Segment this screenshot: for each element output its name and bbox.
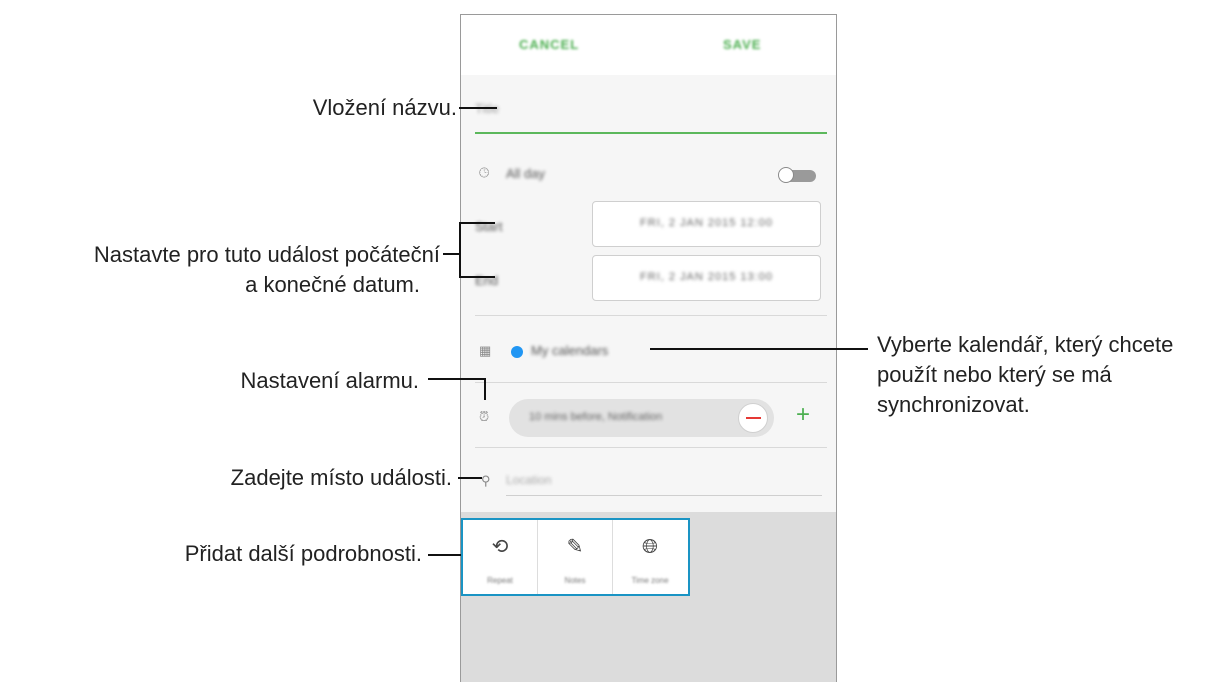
annotation-details: Přidat další podrobnosti. (184, 541, 422, 566)
time-zone-label: Time zone (631, 576, 669, 585)
repeat-label: Repeat (487, 576, 513, 585)
start-date-field[interactable]: FRI, 2 JAN 2015 12:00 (592, 201, 821, 247)
end-date-value: FRI, 2 JAN 2015 13:00 (640, 271, 773, 283)
cancel-button[interactable]: CANCEL (519, 37, 579, 52)
location-underline (506, 495, 822, 496)
notes-button[interactable]: ✎ Notes (538, 520, 612, 594)
leader-line (458, 477, 482, 479)
remove-alarm-button[interactable] (738, 403, 768, 433)
calendar-icon: ▦ (479, 343, 492, 358)
annotation-dates-line1: Nastavte pro tuto událost počáteční (93, 242, 440, 267)
time-zone-button[interactable]: 🌐︎ Time zone (613, 520, 687, 594)
leader-line (443, 253, 459, 255)
clock-icon: 🕒︎ (479, 165, 490, 180)
divider (475, 447, 827, 448)
alarm-reminder-field[interactable]: 10 mins before, Notification (509, 399, 774, 437)
calendar-select[interactable]: My calendars (531, 343, 608, 358)
end-date-field[interactable]: FRI, 2 JAN 2015 13:00 (592, 255, 821, 301)
all-day-toggle[interactable] (778, 167, 818, 183)
leader-line (459, 222, 495, 224)
leader-line (428, 554, 461, 556)
leader-line (459, 107, 497, 109)
annotation-calendar-line1: Vyberte kalendář, který chcete (877, 332, 1174, 357)
annotation-calendar-line3: synchronizovat. (877, 392, 1030, 417)
event-form: Title 🕒︎ All day Start FRI, 2 JAN 2015 1… (461, 75, 836, 512)
annotation-dates-line2: a konečné datum. (245, 272, 420, 297)
repeat-icon: ⟲ (491, 536, 509, 558)
divider (475, 315, 827, 316)
annotation-alarm: Nastavení alarmu. (240, 368, 419, 393)
all-day-label: All day (506, 166, 546, 181)
calendar-color-dot (511, 346, 523, 358)
location-input[interactable]: Location (506, 473, 551, 487)
title-underline (475, 132, 827, 134)
leader-line (459, 276, 495, 278)
notes-icon: ✎ (566, 536, 584, 558)
more-details-options: ⟲ Repeat ✎ Notes 🌐︎ Time zone (461, 518, 690, 596)
location-pin-icon: ⚲ (481, 473, 491, 488)
time-zone-icon: 🌐︎ (642, 536, 658, 558)
notes-label: Notes (564, 576, 586, 585)
repeat-button[interactable]: ⟲ Repeat (463, 520, 537, 594)
top-bar: CANCEL SAVE (461, 15, 836, 76)
toggle-knob (778, 167, 794, 183)
divider (475, 382, 827, 383)
alarm-icon: ⏰︎ (479, 409, 490, 424)
annotation-title: Vložení názvu. (312, 95, 457, 120)
leader-line (484, 378, 486, 400)
save-button[interactable]: SAVE (723, 37, 761, 52)
leader-bracket (459, 222, 461, 277)
annotation-location: Zadejte místo události. (230, 465, 452, 490)
add-alarm-button[interactable]: + (796, 400, 810, 430)
start-date-value: FRI, 2 JAN 2015 12:00 (640, 217, 773, 229)
annotation-calendar-line2: použít nebo který se má (877, 362, 1112, 387)
leader-line (428, 378, 485, 380)
alarm-value: 10 mins before, Notification (529, 411, 663, 423)
leader-line (650, 348, 868, 350)
